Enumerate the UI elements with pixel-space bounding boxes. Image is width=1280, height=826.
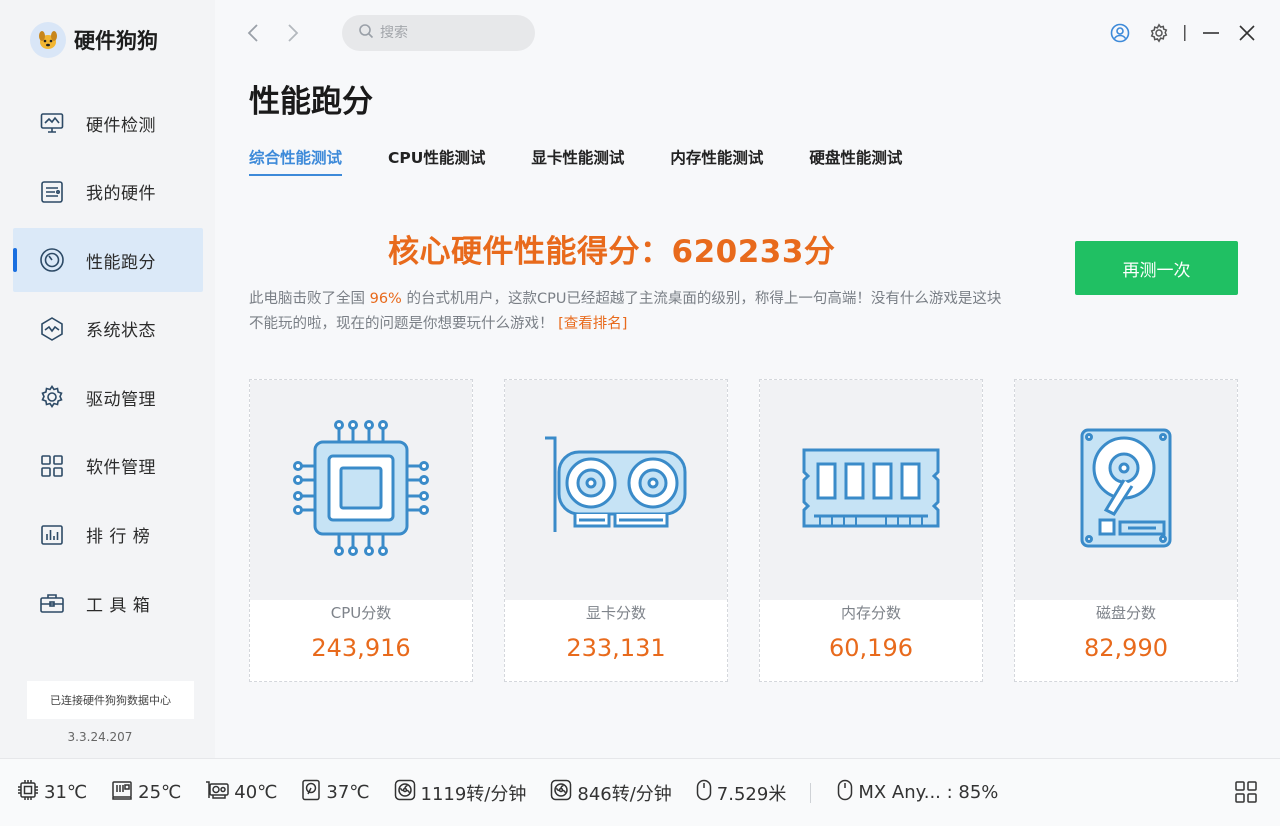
sidebar-item-label: 排 行 榜 (86, 527, 151, 548)
main-content: 性能跑分 综合性能测试 CPU性能测试 显卡性能测试 内存性能测试 硬盘性能测试… (215, 0, 1280, 758)
mouse-icon (696, 779, 712, 806)
memory-stick-icon (800, 446, 942, 534)
database-connection-status: 已连接硬件狗狗数据中心 (27, 681, 194, 719)
fan2-speed[interactable]: 846转/分钟 (550, 779, 672, 806)
sidebar-item-toolbox[interactable]: 工 具 箱 (13, 571, 203, 635)
sidebar-item-driver-manager[interactable]: 驱动管理 (13, 365, 203, 429)
cpu-chip-small-icon (17, 779, 39, 806)
mouse-battery[interactable]: MX Any... : 85% (837, 779, 998, 806)
cpu-score-card[interactable]: CPU分数 243,916 (249, 379, 473, 682)
sidebar-nav: 硬件检测 我的硬件 性能跑分 系统状态 驱动管理 软件管理 排 行 榜 工 具 … (13, 91, 203, 640)
gear-icon (39, 384, 65, 410)
pulse-icon (39, 316, 65, 342)
disk-score-value: 82,990 (1084, 634, 1168, 662)
fan1-speed[interactable]: 1119转/分钟 (394, 779, 526, 806)
ranking-icon (39, 522, 65, 548)
overall-score: 核心硬件性能得分：620233分 (388, 234, 836, 270)
score-description: 此电脑击败了全国 96% 的台式机用户，这款CPU已经超越了主流桌面的级别，称得… (249, 287, 1009, 337)
settings-gear-icon[interactable] (1149, 22, 1169, 44)
dog-logo-icon (30, 22, 66, 58)
minimize-icon[interactable] (1202, 22, 1220, 44)
grid-layout-icon[interactable] (1234, 780, 1258, 808)
tab-gpu[interactable]: 显卡性能测试 (531, 146, 624, 176)
tab-disk[interactable]: 硬盘性能测试 (809, 146, 902, 176)
hard-disk-icon (1078, 426, 1174, 554)
desc-prefix: 此电脑击败了全国 (249, 291, 370, 307)
sidebar-item-my-hardware[interactable]: 我的硬件 (13, 160, 203, 224)
memory-score-card[interactable]: 内存分数 60,196 (759, 379, 983, 682)
cpu-chip-icon (291, 418, 431, 562)
apps-grid-icon (39, 453, 65, 479)
forward-arrow-icon[interactable] (283, 22, 303, 44)
graphics-card-icon (543, 436, 689, 544)
user-account-icon[interactable] (1110, 22, 1130, 44)
toolbox-icon (39, 590, 65, 616)
sidebar-item-label: 软件管理 (86, 458, 156, 479)
close-icon[interactable] (1238, 22, 1256, 44)
fan-icon (550, 779, 572, 806)
sidebar-item-label: 硬件检测 (86, 115, 156, 136)
sidebar-item-label: 系统状态 (86, 321, 156, 342)
view-ranking-link[interactable]: [查看排名] (558, 316, 627, 332)
score-cards: CPU分数 243,916 显卡分数 233,131 内存分数 60,196 磁… (249, 379, 1238, 682)
toolbar-divider (1181, 22, 1189, 44)
mouse-distance[interactable]: 7.529米 (696, 779, 786, 806)
back-arrow-icon[interactable] (243, 22, 263, 44)
search-icon (358, 23, 374, 43)
sidebar-item-label: 我的硬件 (86, 184, 156, 205)
app-name: 硬件狗狗 (74, 29, 158, 53)
graphics-card-small-icon (205, 779, 229, 806)
cpu-temperature[interactable]: 31℃ (17, 779, 87, 806)
sidebar-item-system-status[interactable]: 系统状态 (13, 297, 203, 361)
tab-cpu[interactable]: CPU性能测试 (388, 146, 485, 176)
sidebar-item-label: 性能跑分 (86, 252, 156, 273)
sidebar-item-software-manager[interactable]: 软件管理 (13, 434, 203, 498)
gpu-temperature[interactable]: 40℃ (205, 779, 277, 806)
sidebar-item-benchmark[interactable]: 性能跑分 (13, 228, 203, 293)
gpu-score-card[interactable]: 显卡分数 233,131 (504, 379, 728, 682)
app-version: 3.3.24.207 (67, 730, 133, 744)
tab-overall[interactable]: 综合性能测试 (249, 146, 343, 176)
status-divider (810, 782, 812, 803)
sidebar: 硬件狗狗 硬件检测 我的硬件 性能跑分 系统状态 驱动管理 软件管理 排 行 榜… (0, 0, 215, 758)
search-box[interactable] (342, 15, 535, 51)
gauge-icon (39, 247, 65, 273)
memory-score-value: 60,196 (829, 634, 913, 662)
hardware-list-icon (39, 179, 65, 205)
sidebar-item-label: 驱动管理 (86, 389, 156, 410)
memory-score-label: 内存分数 (840, 604, 901, 622)
sidebar-item-label: 工 具 箱 (86, 595, 151, 616)
sidebar-item-ranking[interactable]: 排 行 榜 (13, 503, 203, 567)
fan-icon (394, 779, 416, 806)
motherboard-temperature[interactable]: 25℃ (111, 779, 181, 806)
disk-temperature[interactable]: 37℃ (301, 779, 370, 806)
hard-disk-small-icon (301, 779, 321, 806)
retest-button[interactable]: 再测一次 (1075, 241, 1238, 295)
page-title: 性能跑分 (249, 84, 373, 120)
search-input[interactable] (380, 25, 520, 41)
app-logo: 硬件狗狗 (30, 22, 158, 58)
mouse-icon (837, 779, 853, 806)
cpu-score-value: 243,916 (311, 634, 411, 662)
gpu-score-value: 233,131 (566, 634, 666, 662)
benchmark-tabs: 综合性能测试 CPU性能测试 显卡性能测试 内存性能测试 硬盘性能测试 (249, 146, 902, 176)
motherboard-icon (111, 779, 133, 806)
sidebar-item-hardware-detect[interactable]: 硬件检测 (13, 91, 203, 155)
gpu-score-label: 显卡分数 (585, 604, 646, 622)
cpu-score-label: CPU分数 (330, 604, 392, 622)
status-bar: 31℃ 25℃ 40℃ 37℃ 1119转/分钟 846转/分钟 7.529米 … (0, 758, 1280, 826)
disk-score-label: 磁盘分数 (1095, 604, 1156, 622)
beat-percentage: 96% (369, 291, 402, 307)
disk-score-card[interactable]: 磁盘分数 82,990 (1014, 379, 1238, 682)
monitor-icon (39, 110, 65, 136)
tab-memory[interactable]: 内存性能测试 (670, 146, 763, 176)
